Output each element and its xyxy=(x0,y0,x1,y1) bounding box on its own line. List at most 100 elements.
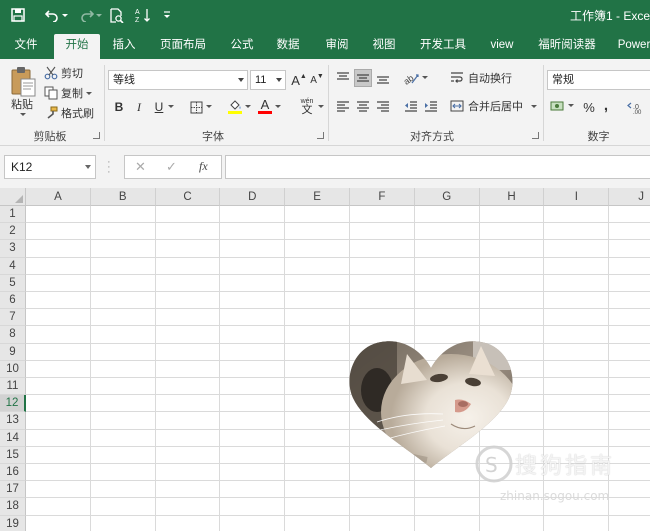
row-header-16[interactable]: 16 xyxy=(0,464,26,482)
increase-font-size-icon[interactable]: A ▲ xyxy=(290,71,308,89)
tab-home[interactable]: 开始 xyxy=(54,34,100,59)
align-center-icon[interactable] xyxy=(354,98,372,116)
formula-bar-grip-icon[interactable]: · · · xyxy=(107,157,111,178)
row-header-11[interactable]: 11 xyxy=(0,378,26,396)
column-header-i[interactable]: I xyxy=(544,188,610,206)
tab-power[interactable]: Power xyxy=(612,36,650,59)
currency-dropdown-icon[interactable] xyxy=(568,104,574,107)
font-name-select[interactable]: 等线 xyxy=(108,70,248,90)
save-icon[interactable] xyxy=(8,5,28,25)
orientation-dropdown-icon[interactable] xyxy=(422,76,428,79)
wrap-text-button[interactable]: 自动换行 xyxy=(450,70,512,86)
print-preview-icon[interactable] xyxy=(106,5,126,25)
font-dialog-launcher-icon[interactable] xyxy=(317,132,324,139)
underline-button[interactable]: U xyxy=(150,98,168,116)
align-right-icon[interactable] xyxy=(374,98,392,116)
select-all-button[interactable] xyxy=(0,188,26,206)
tab-view-en[interactable]: view xyxy=(482,36,522,59)
name-box[interactable]: K12 xyxy=(4,155,96,179)
row-header-3[interactable]: 3 xyxy=(0,240,26,258)
redo-dropdown-icon[interactable] xyxy=(95,5,103,25)
column-header-c[interactable]: C xyxy=(155,188,221,206)
increase-indent-icon[interactable] xyxy=(422,98,440,116)
underline-dropdown-icon[interactable] xyxy=(168,105,174,108)
fill-color-dropdown-icon[interactable] xyxy=(245,105,251,108)
fill-color-icon[interactable] xyxy=(226,97,244,115)
row-header-9[interactable]: 9 xyxy=(0,343,26,361)
customize-qat-icon[interactable] xyxy=(160,5,174,25)
currency-format-icon[interactable] xyxy=(549,97,567,115)
alignment-dialog-launcher-icon[interactable] xyxy=(532,132,539,139)
copy-button[interactable]: 复制 xyxy=(44,85,92,101)
sort-icon[interactable]: AZ xyxy=(133,5,153,25)
percent-style-button[interactable]: % xyxy=(580,98,598,116)
insert-function-icon[interactable]: fx xyxy=(199,159,208,174)
merge-center-button[interactable]: 合并后居中 xyxy=(450,98,537,114)
row-header-18[interactable]: 18 xyxy=(0,498,26,516)
align-left-icon[interactable] xyxy=(334,98,352,116)
row-header-1[interactable]: 1 xyxy=(0,206,26,224)
row-header-19[interactable]: 19 xyxy=(0,515,26,531)
orientation-icon[interactable]: ab xyxy=(402,69,420,87)
copy-dropdown-icon[interactable] xyxy=(86,91,92,95)
number-format-select[interactable]: 常规 xyxy=(547,70,650,90)
bottom-align-icon[interactable] xyxy=(374,69,392,87)
tab-foxit-reader[interactable]: 福昕阅读器 xyxy=(530,36,604,59)
row-header-14[interactable]: 14 xyxy=(0,429,26,447)
cut-button[interactable]: 剪切 xyxy=(44,65,83,81)
comma-style-button[interactable]: , xyxy=(597,96,615,114)
row-header-8[interactable]: 8 xyxy=(0,326,26,344)
font-color-dropdown-icon[interactable] xyxy=(275,105,281,108)
row-header-2[interactable]: 2 xyxy=(0,223,26,241)
middle-align-icon[interactable] xyxy=(354,69,372,87)
tab-data[interactable]: 数据 xyxy=(268,36,308,59)
paste-icon[interactable] xyxy=(8,65,38,99)
decrease-font-size-icon[interactable]: A ▼ xyxy=(308,71,326,89)
row-header-10[interactable]: 10 xyxy=(0,360,26,378)
borders-dropdown-icon[interactable] xyxy=(206,105,212,108)
font-size-select[interactable]: 11 xyxy=(250,70,286,90)
phonetic-guide-icon[interactable]: wén 文 xyxy=(296,97,318,116)
tab-page-layout[interactable]: 页面布局 xyxy=(152,36,214,59)
bold-button[interactable]: B xyxy=(110,98,128,116)
undo-dropdown-icon[interactable] xyxy=(61,5,69,25)
row-header-17[interactable]: 17 xyxy=(0,481,26,499)
column-header-b[interactable]: B xyxy=(90,188,156,206)
column-header-d[interactable]: D xyxy=(220,188,286,206)
tab-review[interactable]: 审阅 xyxy=(317,36,357,59)
clipboard-dialog-launcher-icon[interactable] xyxy=(93,132,100,139)
increase-decimal-icon[interactable]: .0.00 xyxy=(624,98,650,116)
paste-button-label[interactable]: 粘贴 xyxy=(11,96,33,112)
tab-view[interactable]: 视图 xyxy=(364,36,404,59)
row-header-15[interactable]: 15 xyxy=(0,446,26,464)
decrease-indent-icon[interactable] xyxy=(402,98,420,116)
row-header-13[interactable]: 13 xyxy=(0,412,26,430)
italic-button[interactable]: I xyxy=(130,98,148,116)
top-align-icon[interactable] xyxy=(334,69,352,87)
column-header-f[interactable]: F xyxy=(350,188,415,206)
borders-icon[interactable] xyxy=(187,98,205,116)
column-header-e[interactable]: E xyxy=(285,188,350,206)
tab-insert[interactable]: 插入 xyxy=(104,36,144,59)
column-header-a[interactable]: A xyxy=(26,188,91,206)
row-header-4[interactable]: 4 xyxy=(0,257,26,275)
phonetic-dropdown-icon[interactable] xyxy=(318,105,324,108)
row-header-7[interactable]: 7 xyxy=(0,309,26,327)
column-header-h[interactable]: H xyxy=(479,188,545,206)
name-box-dropdown-icon[interactable] xyxy=(85,165,91,169)
formula-input[interactable] xyxy=(225,155,650,179)
tab-formulas[interactable]: 公式 xyxy=(222,36,262,59)
undo-icon[interactable] xyxy=(42,5,62,25)
format-painter-button[interactable]: 格式刷 xyxy=(44,105,94,121)
font-color-icon[interactable]: A xyxy=(256,97,274,115)
cancel-edit-icon[interactable]: ✕ xyxy=(135,159,146,175)
merge-center-dropdown-icon[interactable] xyxy=(531,104,537,108)
row-header-5[interactable]: 5 xyxy=(0,274,26,292)
column-header-j[interactable]: J xyxy=(609,188,650,206)
paste-dropdown-icon[interactable] xyxy=(20,113,26,116)
column-header-g[interactable]: G xyxy=(414,188,480,206)
row-header-12[interactable]: 12 xyxy=(0,395,26,413)
row-header-6[interactable]: 6 xyxy=(0,292,26,310)
tab-developer[interactable]: 开发工具 xyxy=(412,36,474,59)
tab-file[interactable]: 文件 xyxy=(6,36,46,59)
